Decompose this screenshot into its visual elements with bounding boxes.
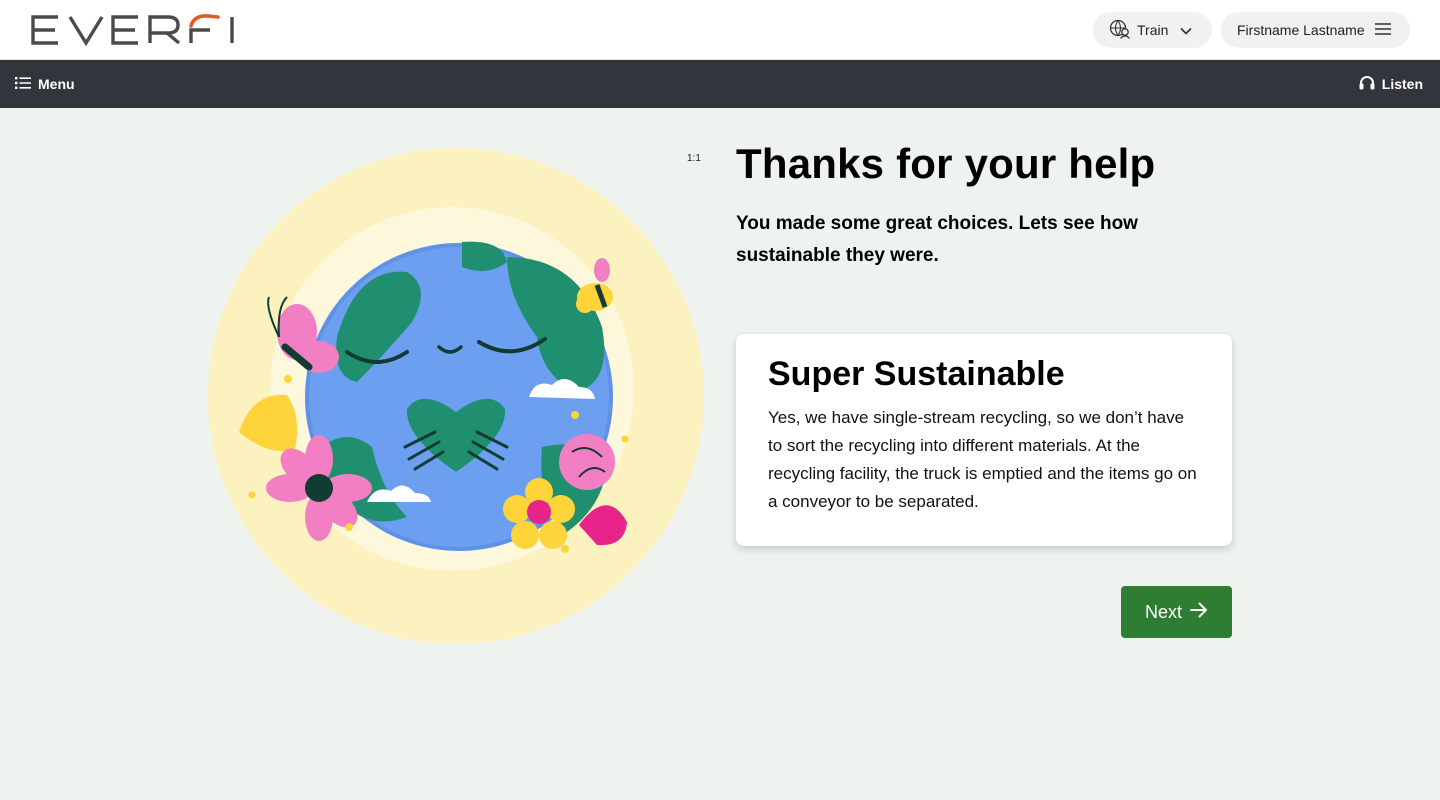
result-card-title: Super Sustainable xyxy=(768,355,1065,393)
headphones-icon xyxy=(1359,75,1375,93)
program-selector-label: Train xyxy=(1137,22,1169,38)
page-subtitle: You made some great choices. Lets see ho… xyxy=(736,213,1138,266)
user-menu[interactable]: Firstname Lastname xyxy=(1221,12,1410,48)
list-icon xyxy=(15,76,31,93)
listen-button[interactable]: Listen xyxy=(1359,74,1423,94)
top-bar: Train Firstname Lastname xyxy=(0,0,1440,60)
page-title: Thanks for your help xyxy=(736,140,1156,187)
next-button[interactable]: Next xyxy=(1121,586,1232,638)
course-nav-bar: Menu Listen xyxy=(0,60,1440,108)
program-selector[interactable]: Train xyxy=(1093,12,1212,48)
globe-user-icon xyxy=(1109,19,1131,42)
listen-label: Listen xyxy=(1381,76,1423,92)
aspect-ratio-label: 1:1 xyxy=(687,153,701,164)
earth-hug-illustration xyxy=(207,147,705,645)
result-card: Super Sustainable Yes, we have single-st… xyxy=(736,334,1232,546)
everfi-logo[interactable] xyxy=(30,12,240,48)
menu-button[interactable]: Menu xyxy=(15,74,75,94)
result-card-body: Yes, we have single-stream recycling, so… xyxy=(768,408,1197,511)
arrow-right-icon xyxy=(1190,602,1208,623)
menu-label: Menu xyxy=(38,76,75,92)
hamburger-icon xyxy=(1374,22,1391,38)
chevron-down-icon xyxy=(1180,22,1192,38)
next-label: Next xyxy=(1144,601,1182,622)
user-name: Firstname Lastname xyxy=(1237,22,1365,38)
